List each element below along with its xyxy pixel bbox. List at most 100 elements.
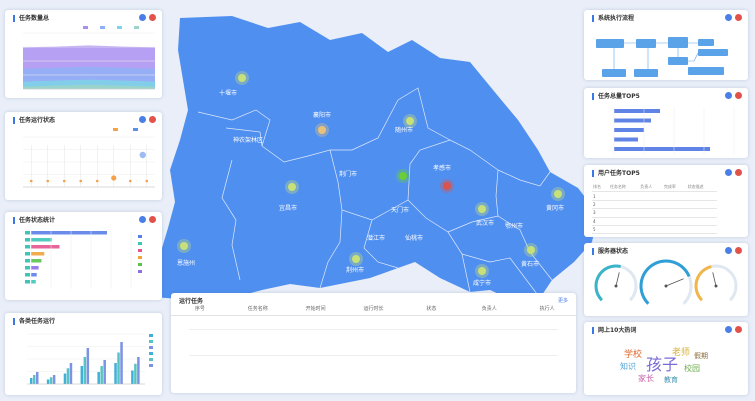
bar[interactable] — [137, 357, 140, 384]
close-button[interactable] — [735, 247, 742, 254]
city-marker[interactable] — [478, 267, 486, 275]
table-row[interactable]: 1 — [592, 191, 717, 201]
wordcloud-word[interactable]: 家长 — [638, 373, 654, 384]
data-point[interactable] — [111, 175, 117, 181]
refresh-button[interactable] — [139, 116, 146, 123]
table-row[interactable]: 5 — [592, 225, 717, 235]
close-button[interactable] — [149, 14, 156, 21]
wordcloud-word[interactable]: 知识 — [620, 361, 636, 372]
city-label[interactable]: 武汉市 — [476, 219, 494, 227]
bar[interactable] — [46, 379, 50, 385]
bar[interactable] — [25, 280, 30, 284]
city-label[interactable]: 随州市 — [395, 126, 413, 134]
bar[interactable] — [49, 377, 53, 384]
data-point[interactable] — [145, 179, 149, 183]
city-marker[interactable] — [527, 246, 535, 254]
city-marker[interactable] — [399, 172, 407, 180]
bar[interactable] — [86, 348, 90, 384]
close-button[interactable] — [735, 326, 742, 333]
bar[interactable] — [614, 128, 644, 132]
bar[interactable] — [25, 238, 30, 242]
bar[interactable] — [100, 366, 103, 384]
bar[interactable] — [117, 352, 120, 385]
bar[interactable] — [614, 147, 710, 151]
city-marker[interactable] — [478, 205, 486, 213]
city-marker[interactable] — [238, 74, 246, 82]
bar[interactable] — [63, 373, 67, 385]
city-marker[interactable] — [443, 182, 451, 190]
data-point[interactable] — [79, 179, 83, 183]
bar[interactable] — [31, 266, 39, 270]
city-marker[interactable] — [554, 190, 562, 198]
city-label[interactable]: 十堰市 — [219, 89, 237, 97]
refresh-button[interactable] — [139, 14, 146, 21]
bar[interactable] — [614, 118, 651, 123]
city-label[interactable]: 鄂州市 — [505, 222, 523, 230]
bar[interactable] — [66, 368, 70, 384]
bar[interactable] — [83, 357, 87, 384]
bar[interactable] — [31, 273, 37, 277]
data-point[interactable] — [29, 179, 33, 183]
city-marker[interactable] — [352, 255, 360, 263]
bar[interactable] — [31, 259, 42, 263]
city-label[interactable]: 恩施州 — [177, 259, 195, 267]
bar[interactable] — [31, 231, 107, 235]
city-label[interactable]: 宜昌市 — [279, 204, 297, 212]
bar[interactable] — [25, 259, 30, 263]
bar[interactable] — [614, 109, 660, 113]
bar[interactable] — [97, 372, 100, 384]
refresh-button[interactable] — [725, 247, 732, 254]
table-row[interactable]: 4 — [592, 217, 717, 226]
bar[interactable] — [31, 245, 60, 249]
city-label[interactable]: 襄阳市 — [313, 111, 331, 119]
bar[interactable] — [25, 245, 30, 249]
bar[interactable] — [25, 231, 30, 235]
wordcloud-word[interactable]: 老师 — [672, 345, 690, 358]
bar[interactable] — [25, 273, 30, 277]
bar[interactable] — [25, 266, 30, 270]
bar[interactable] — [33, 375, 36, 384]
refresh-button[interactable] — [725, 169, 732, 176]
bar[interactable] — [80, 366, 84, 384]
city-label[interactable]: 荆门市 — [339, 170, 357, 178]
city-marker[interactable] — [406, 117, 414, 125]
bar[interactable] — [31, 238, 52, 242]
city-marker[interactable] — [180, 242, 188, 250]
city-label[interactable]: 仙桃市 — [405, 234, 423, 242]
wordcloud-word[interactable]: 教育 — [664, 375, 678, 385]
bar[interactable] — [120, 342, 123, 384]
city-label[interactable]: 黄冈市 — [546, 204, 564, 212]
data-point[interactable] — [128, 179, 132, 183]
close-button[interactable] — [735, 169, 742, 176]
bar[interactable] — [31, 280, 36, 284]
close-button[interactable] — [735, 92, 742, 99]
city-label[interactable]: 神农架林区 — [233, 136, 263, 144]
close-button[interactable] — [149, 116, 156, 123]
bar[interactable] — [36, 372, 39, 384]
refresh-button[interactable] — [139, 216, 146, 223]
bar[interactable] — [30, 378, 33, 384]
bar[interactable] — [52, 375, 56, 384]
more-link[interactable]: 更多 — [558, 297, 568, 304]
city-label[interactable]: 天门市 — [391, 206, 409, 214]
data-point[interactable] — [62, 179, 66, 183]
bar[interactable] — [131, 370, 134, 385]
bar[interactable] — [134, 363, 137, 384]
wordcloud-word[interactable]: 校园 — [684, 363, 700, 374]
bar[interactable] — [114, 363, 117, 384]
bar[interactable] — [69, 363, 73, 384]
bar[interactable] — [31, 252, 45, 256]
bar[interactable] — [614, 137, 638, 142]
bar[interactable] — [103, 360, 106, 384]
city-label[interactable]: 咸宁市 — [473, 279, 491, 287]
wordcloud-word[interactable]: 假期 — [694, 351, 708, 361]
data-point[interactable] — [139, 151, 146, 159]
refresh-button[interactable] — [725, 326, 732, 333]
refresh-button[interactable] — [725, 92, 732, 99]
city-marker[interactable] — [288, 183, 296, 191]
city-label[interactable]: 荆州市 — [346, 266, 364, 274]
bar[interactable] — [25, 252, 30, 256]
close-button[interactable] — [149, 216, 156, 223]
city-label[interactable]: 孝感市 — [433, 164, 451, 172]
table-row[interactable]: 3 — [592, 208, 717, 218]
